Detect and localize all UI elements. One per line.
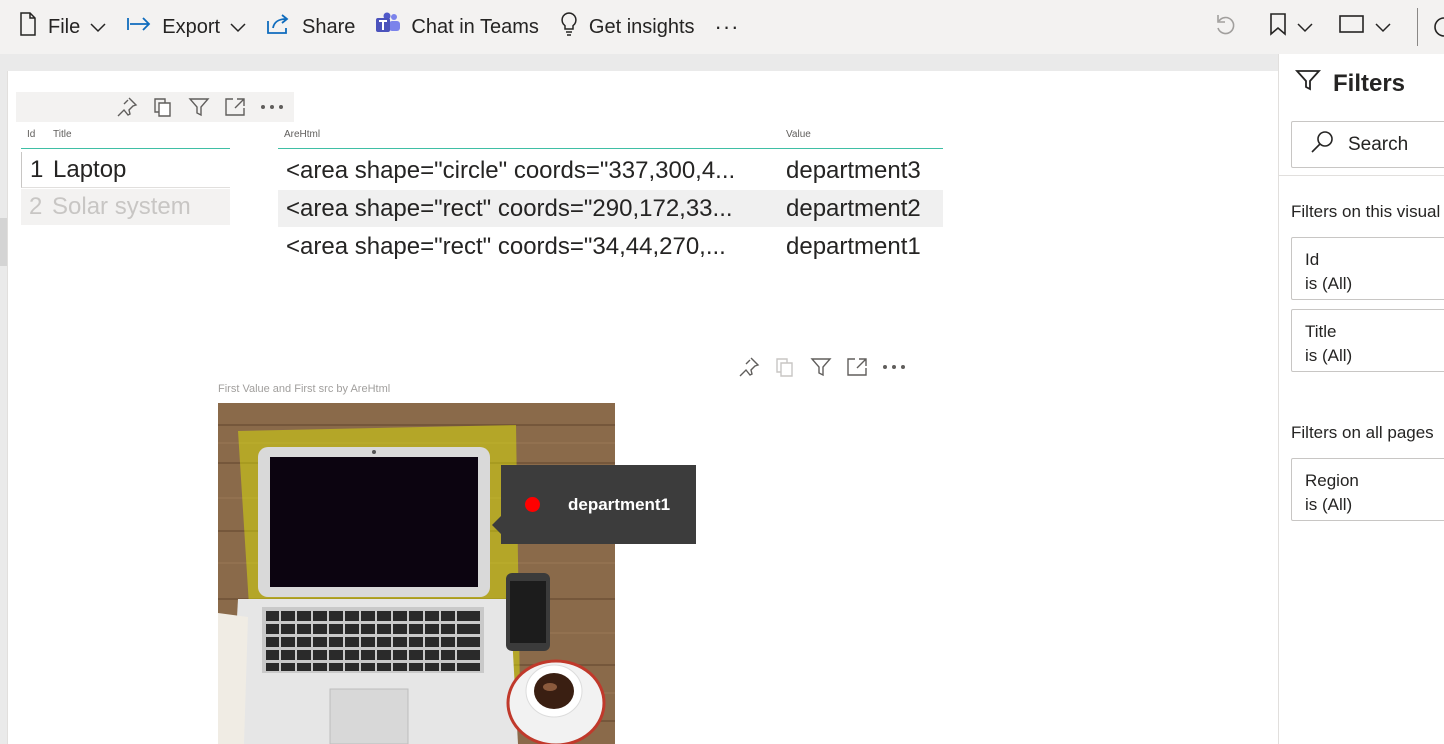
toolbar-divider [1417,8,1418,46]
lightbulb-icon [559,11,579,43]
filter-card-state: is (All) [1305,274,1353,293]
image-map-visual[interactable] [218,403,615,744]
filter-card-state: is (All) [1305,495,1353,514]
tooltip-label: department1 [568,494,671,514]
focus-mode-icon[interactable] [846,356,868,378]
cell-value: department1 [786,233,921,260]
cell-arehtml: <area shape="rect" coords="34,44,270,... [286,233,726,260]
teams-label: Chat in Teams [411,15,539,38]
table-row[interactable]: <area shape="circle" coords="337,300,4..… [278,152,943,189]
undo-icon [1213,12,1237,42]
canvas-left-gutter [0,54,7,744]
hover-tooltip: department1 [492,465,696,544]
table-row[interactable]: <area shape="rect" coords="290,172,33...… [278,190,943,227]
column-header-arehtml[interactable]: AreHtml [284,129,320,140]
filter-icon[interactable] [188,96,210,118]
export-icon [126,14,152,40]
filters-divider [1279,175,1444,176]
cell-arehtml: <area shape="circle" coords="337,300,4..… [286,157,736,184]
file-menu-button[interactable]: File [8,0,116,54]
search-placeholder: Search [1348,133,1409,155]
more-options-icon[interactable] [882,364,906,370]
filter-card-field: Region [1305,471,1359,490]
filter-card-title[interactable]: Title is (All) [1291,309,1444,372]
copy-icon[interactable] [774,356,796,378]
page-nav-handle[interactable] [0,218,7,266]
chevron-down-icon [1297,16,1313,39]
filters-title: Filters [1333,69,1406,97]
section-filters-on-visual: Filters on this visual [1291,202,1441,221]
cell-value: department3 [786,157,921,184]
column-header-value[interactable]: Value [786,129,811,140]
table-row[interactable]: 2 Solar system [21,189,230,225]
filters-search-input[interactable]: Search [1291,121,1444,168]
bookmark-menu-button[interactable] [1257,0,1321,54]
cell-title: Laptop [53,156,127,183]
file-icon [18,12,38,42]
filter-card-field: Id [1305,250,1320,269]
image-visual-title: First Value and First src by AreHtml [218,383,391,395]
canvas-top-gutter [0,54,1278,71]
cell-title: Solar system [52,193,191,220]
section-filters-on-all-pages: Filters on all pages [1291,423,1434,442]
more-options-icon[interactable] [260,104,284,110]
focus-mode-icon[interactable] [224,96,246,118]
table-visual-header [16,92,294,122]
chevron-down-icon [230,16,246,39]
cell-arehtml: <area shape="rect" coords="290,172,33... [286,195,733,222]
cell-id: 2 [29,193,43,220]
filters-pane: Filters Search Filters on this visual Id… [1278,54,1444,744]
filter-card-region[interactable]: Region is (All) [1291,458,1444,521]
canvas-border [7,71,8,744]
bookmark-icon [1269,12,1287,42]
more-options-button[interactable]: ··· [705,0,750,54]
pin-icon[interactable] [738,356,760,378]
image-visual-header [738,352,906,382]
filters-header[interactable]: Filters [1294,68,1406,99]
file-label: File [48,15,81,38]
filter-card-field: Title [1305,322,1337,341]
more-label: ··· [714,14,740,39]
header-divider [21,148,230,149]
table-row[interactable]: 1 Laptop [21,152,230,188]
get-insights-button[interactable]: Get insights [549,0,705,54]
share-icon [266,13,292,41]
pin-icon[interactable] [116,96,138,118]
copy-icon[interactable] [152,96,174,118]
filter-card-state: is (All) [1305,346,1353,365]
view-icon [1339,14,1365,40]
insights-label: Get insights [588,15,695,38]
toolbar-right-group [1193,0,1444,54]
column-header-title[interactable]: Title [53,129,72,140]
export-label: Export [162,15,221,38]
undo-button[interactable] [1193,0,1257,54]
header-divider [278,148,943,149]
cell-id: 1 [30,156,44,183]
export-menu-button[interactable]: Export [116,0,256,54]
filter-card-id[interactable]: Id is (All) [1291,237,1444,300]
filter-icon[interactable] [810,356,832,378]
chevron-down-icon [1375,16,1391,39]
chevron-down-icon [90,16,106,39]
share-button[interactable]: Share [256,0,365,54]
legend-dot [525,497,540,512]
teams-icon [375,12,401,42]
view-menu-button[interactable] [1321,0,1399,54]
cell-value: department2 [786,195,921,222]
share-label: Share [302,15,356,38]
overflow-icon[interactable] [1432,15,1444,39]
search-icon [1310,130,1334,160]
laptop-photo [218,403,615,744]
column-header-id[interactable]: Id [27,129,35,140]
chat-in-teams-button[interactable]: Chat in Teams [365,0,548,54]
table-row[interactable]: <area shape="rect" coords="34,44,270,...… [278,228,943,265]
top-toolbar: File Export Share Chat in Teams Get insi… [0,0,1444,54]
filter-icon [1294,68,1322,99]
